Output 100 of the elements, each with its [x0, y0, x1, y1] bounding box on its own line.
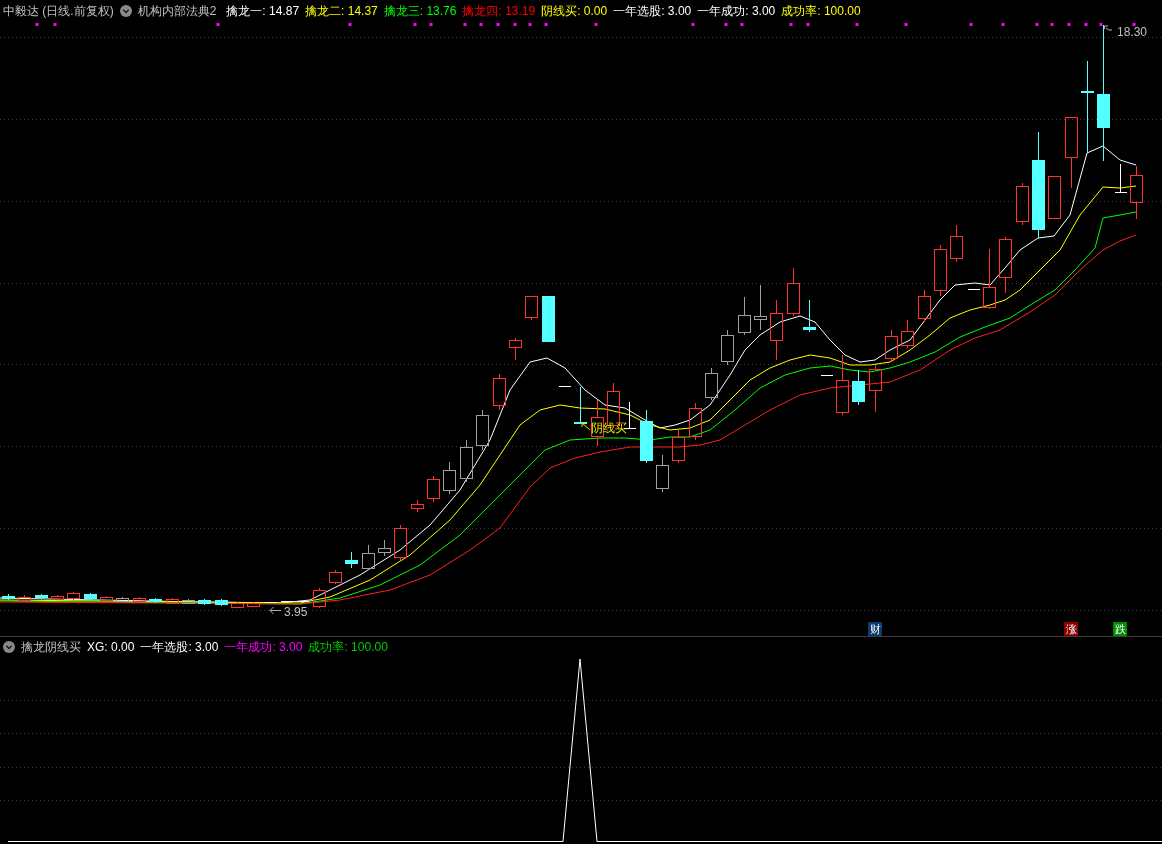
- candlestick: [18, 594, 31, 602]
- leader-line: [1104, 25, 1113, 31]
- candlestick: [51, 594, 64, 601]
- candlestick: [803, 299, 816, 333]
- signal-marker-icon: [544, 23, 548, 26]
- signal-marker-icon: [463, 23, 467, 26]
- candlestick: [427, 475, 440, 503]
- candlestick: [411, 499, 424, 513]
- candlestick: [215, 598, 228, 607]
- event-badge[interactable]: 涨: [1064, 622, 1078, 636]
- candlestick: [869, 364, 882, 413]
- signal-marker-icon: [724, 23, 728, 26]
- candlestick: [574, 386, 587, 425]
- candlestick: [476, 409, 489, 451]
- candlestick: [738, 296, 751, 336]
- candlestick: [362, 544, 375, 571]
- candlestick: [313, 587, 326, 609]
- candlestick: [443, 461, 456, 495]
- candlestick: [525, 296, 538, 321]
- signal-marker-icon: [1035, 23, 1039, 26]
- candlestick: [460, 439, 473, 483]
- candlestick: [558, 386, 571, 387]
- candlestick: [885, 329, 898, 363]
- candlestick: [280, 601, 293, 602]
- signal-marker-icon: [216, 23, 220, 26]
- signal-marker-icon: [789, 23, 793, 26]
- candlestick: [820, 375, 833, 376]
- candlestick: [509, 337, 522, 361]
- leader-arrow: [269, 606, 282, 615]
- candlestick: [787, 267, 800, 317]
- signal-marker-icon: [904, 23, 908, 26]
- candlestick: [1016, 182, 1029, 226]
- indicator-value: 擒龙一: 14.87: [226, 5, 300, 17]
- indicator-value: 一年选股: 3.00: [613, 5, 692, 17]
- candlestick: [133, 596, 146, 604]
- candlestick: [918, 289, 931, 323]
- signal-marker-icon: [1050, 23, 1054, 26]
- candlestick: [329, 569, 342, 585]
- candlestick: [901, 319, 914, 349]
- candlestick: [67, 591, 80, 601]
- event-badge[interactable]: 财: [868, 622, 882, 636]
- indicator-value: 一年成功: 3.00: [697, 5, 776, 17]
- event-badge[interactable]: 跌: [1113, 622, 1127, 636]
- indicator-value: 擒龙二: 14.37: [305, 5, 378, 17]
- signal-marker-icon: [1099, 23, 1103, 26]
- candlestick: [705, 367, 718, 401]
- candlestick: [84, 592, 97, 601]
- candlestick: [247, 601, 260, 608]
- candlestick: [950, 224, 963, 263]
- indicator-value: 一年选股: 3.00: [140, 640, 219, 653]
- candlestick: [35, 593, 48, 600]
- candlestick: [231, 601, 244, 609]
- low-price-label: 3.95: [284, 605, 308, 619]
- signal-marker-icon: [53, 23, 57, 26]
- indicator-name: 擒龙阴线买: [21, 640, 81, 653]
- signal-marker-icon: [528, 23, 532, 26]
- indicator-value: XG: 0.00: [87, 640, 135, 653]
- signal-marker-icon: [969, 23, 973, 26]
- signal-marker-icon: [1084, 23, 1088, 26]
- candlestick: [999, 236, 1012, 294]
- indicator-value: 擒龙四: 13.19: [462, 5, 536, 17]
- candlestick: [591, 399, 604, 447]
- candlestick: [182, 598, 195, 605]
- indicator-name: 机构内部法典2: [137, 5, 217, 17]
- signal-marker-icon: [806, 23, 810, 26]
- signal-marker-icon: [1001, 23, 1005, 26]
- candlestick: [264, 602, 277, 603]
- indicator-value: 一年成功: 3.00: [224, 640, 303, 653]
- signal-marker-icon: [479, 23, 483, 26]
- candlestick: [345, 551, 358, 569]
- candlestick: [116, 596, 129, 603]
- candlestick: [166, 597, 179, 605]
- candlestick: [378, 539, 391, 557]
- candlestick: [493, 373, 506, 411]
- high-price-label: 18.30: [1117, 25, 1148, 39]
- candlestick: [198, 598, 211, 606]
- candlestick: [640, 409, 653, 464]
- candlestick: [836, 354, 849, 416]
- candlestick: [934, 244, 947, 297]
- chevron-down-icon[interactable]: [3, 640, 15, 653]
- candlestick: [1065, 117, 1078, 189]
- signal-marker-icon: [855, 23, 859, 26]
- indicator-value: 阴线买: 0.00: [541, 5, 608, 17]
- candlestick: [721, 329, 734, 366]
- candlestick: [656, 454, 669, 493]
- signal-marker-icon: [413, 23, 417, 26]
- candlestick: [2, 593, 15, 601]
- candlestick: [1114, 163, 1127, 193]
- indicator-value: 成功率: 100.00: [781, 5, 861, 17]
- security-title: 中毅达 (日线.前复权): [3, 5, 114, 17]
- candlestick: [672, 429, 685, 464]
- signal-marker-icon: [513, 23, 517, 26]
- candlestick: [296, 601, 309, 602]
- candlestick: [100, 595, 113, 602]
- chevron-down-icon[interactable]: [119, 5, 132, 17]
- candlestick: [852, 369, 865, 406]
- indicator-value: 成功率: 100.00: [308, 640, 388, 653]
- signal-marker-icon: [429, 23, 433, 26]
- indicator-value: 擒龙三: 13.76: [383, 5, 457, 17]
- candlestick: [983, 248, 996, 310]
